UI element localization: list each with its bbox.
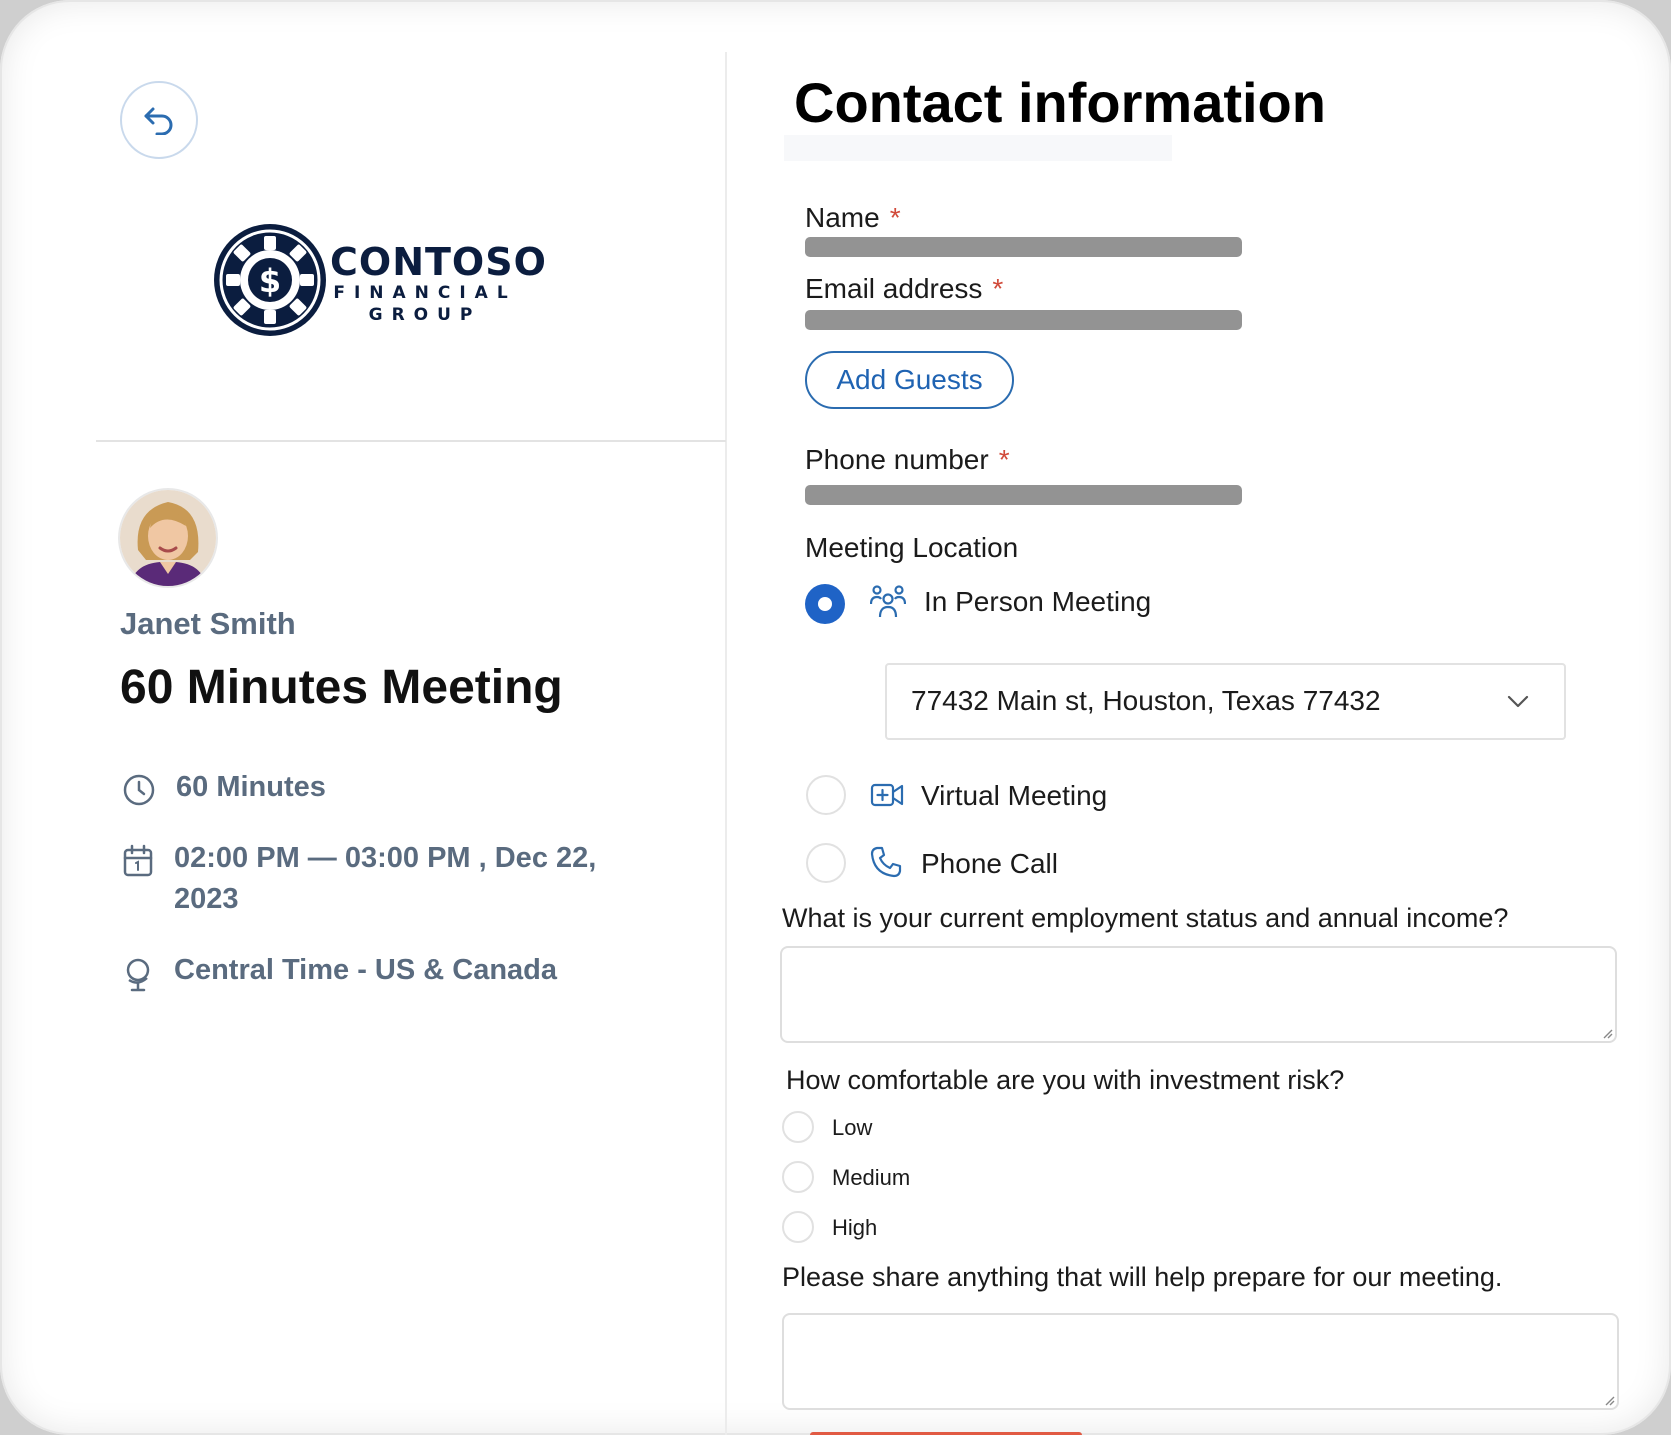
timezone-row: Central Time - US & Canada	[122, 950, 557, 992]
risk-low-radio[interactable]	[782, 1111, 814, 1143]
booking-window: $ CONTOSO FINANCIAL GROUP Janet Smith 60…	[0, 0, 1671, 1435]
datetime-line-2: 2023	[174, 883, 239, 915]
meeting-title: 60 Minutes Meeting	[120, 661, 563, 714]
phone-icon	[870, 846, 902, 878]
email-required-mark: *	[992, 273, 1004, 304]
prepare-question: Please share anything that will help pre…	[782, 1262, 1503, 1292]
risk-high-radio[interactable]	[782, 1211, 814, 1243]
email-label-text: Email address	[805, 273, 983, 304]
phone-required-mark: *	[998, 444, 1010, 475]
datetime-row: 02:00 PM — 03:00 PM , Dec 22, 2023	[122, 838, 596, 920]
name-required-mark: *	[889, 202, 901, 233]
add-guests-button[interactable]: Add Guests	[805, 351, 1014, 409]
phone-call-label: Phone Call	[921, 848, 1058, 879]
address-select-value: 77432 Main st, Houston, Texas 77432	[911, 685, 1381, 716]
in-person-radio[interactable]	[805, 584, 845, 624]
resize-handle-icon	[1605, 1396, 1615, 1406]
duration-text: 60 Minutes	[176, 771, 326, 803]
name-label-text: Name	[805, 202, 880, 233]
timezone-text: Central Time - US & Canada	[174, 954, 558, 986]
prepare-textarea[interactable]	[782, 1313, 1619, 1410]
phone-field-redacted[interactable]	[805, 485, 1242, 505]
logo-title: CONTOSO	[330, 240, 547, 284]
email-field-redacted[interactable]	[805, 310, 1242, 330]
svg-text:$: $	[259, 262, 281, 300]
back-button[interactable]	[120, 81, 198, 159]
risk-high-label: High	[832, 1215, 878, 1240]
contoso-logo-icon: $	[214, 224, 326, 336]
risk-question: How comfortable are you with investment …	[786, 1065, 1345, 1095]
clock-icon	[123, 774, 155, 806]
name-label: Name *	[805, 202, 901, 234]
virtual-meeting-radio[interactable]	[806, 775, 846, 815]
risk-medium-label: Medium	[832, 1165, 911, 1190]
form-title: Contact information	[794, 71, 1326, 134]
logo-subtitle-group: GROUP	[368, 305, 482, 325]
resize-handle-icon	[1603, 1029, 1613, 1039]
host-avatar	[120, 490, 216, 586]
virtual-meeting-label: Virtual Meeting	[921, 780, 1108, 811]
calendar-icon	[123, 844, 153, 877]
address-select[interactable]: 77432 Main st, Houston, Texas 77432	[885, 663, 1566, 740]
phone-label: Phone number *	[805, 444, 1010, 476]
risk-medium-radio[interactable]	[782, 1161, 814, 1193]
back-arrow-icon	[144, 107, 173, 135]
meeting-location-label: Meeting Location	[805, 532, 1019, 563]
video-icon	[870, 783, 904, 807]
panel-divider	[725, 52, 727, 1435]
logo-subtitle-financial: FINANCIAL	[333, 283, 517, 303]
risk-low-label: Low	[832, 1115, 873, 1140]
phone-label-text: Phone number	[805, 444, 989, 475]
host-name: Janet Smith	[120, 606, 296, 641]
datetime-line-1: 02:00 PM — 03:00 PM , Dec 22,	[174, 842, 597, 874]
email-label: Email address *	[805, 273, 1003, 305]
employment-question: What is your current employment status a…	[782, 903, 1509, 933]
name-field-redacted[interactable]	[805, 237, 1242, 257]
globe-icon	[126, 958, 150, 992]
header-divider	[96, 440, 726, 442]
avatar-portrait-icon	[120, 490, 216, 586]
phone-call-radio[interactable]	[806, 843, 846, 883]
duration-row: 60 Minutes	[122, 767, 326, 808]
chevron-down-icon	[1507, 695, 1529, 708]
in-person-label: In Person Meeting	[924, 586, 1152, 617]
people-icon	[870, 585, 906, 618]
title-underlay	[784, 135, 1172, 161]
employment-textarea[interactable]	[780, 946, 1617, 1043]
logo-wordmark: CONTOSO FINANCIAL GROUP	[330, 240, 547, 326]
